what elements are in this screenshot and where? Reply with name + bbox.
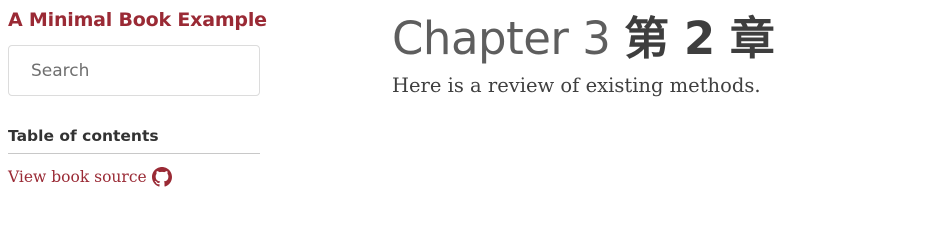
chapter-title-text: Chapter 3 (392, 12, 611, 65)
page-title: Chapter 3 第 2 章 (392, 2, 775, 67)
view-book-source-link[interactable]: View book source (8, 167, 172, 187)
toc-heading: Table of contents (8, 127, 260, 154)
book-title-link[interactable]: A Minimal Book Example (8, 9, 267, 31)
body-paragraph: Here is a review of existing methods. (392, 74, 761, 97)
search-input[interactable] (8, 45, 260, 96)
chapter-title-cjk: 第 2 章 (624, 12, 775, 65)
view-book-source-label: View book source (8, 168, 147, 186)
github-icon (151, 167, 172, 187)
